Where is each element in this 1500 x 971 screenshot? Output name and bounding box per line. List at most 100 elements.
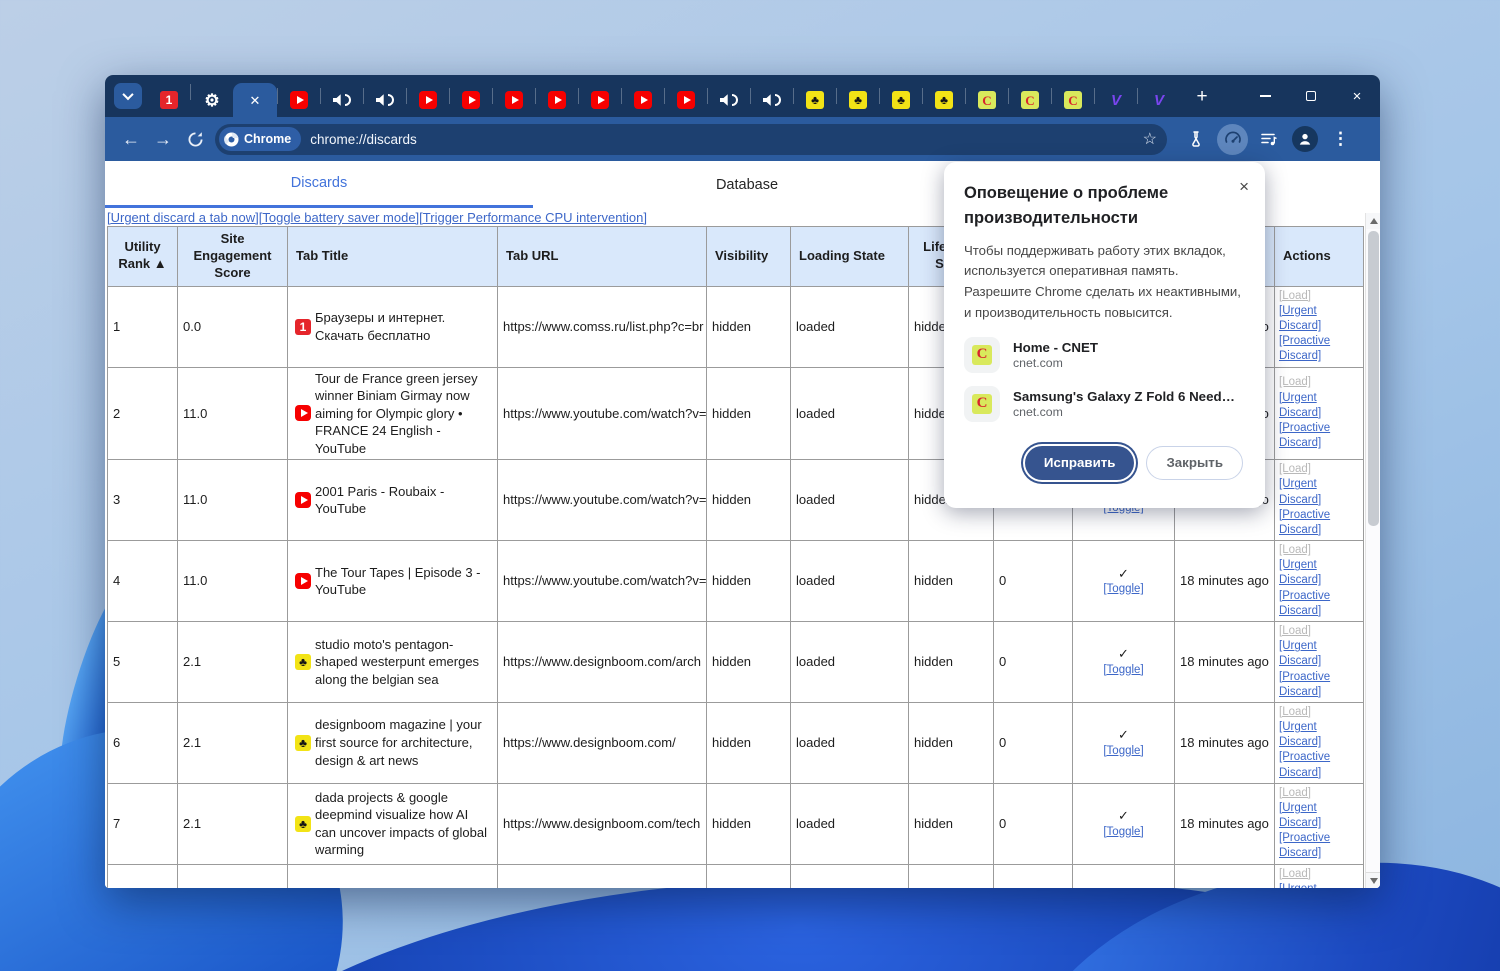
chevron-down-icon — [122, 88, 134, 101]
urgent-discard-action[interactable]: [Urgent Discard] — [1279, 639, 1359, 669]
maximize-button[interactable] — [1288, 75, 1334, 117]
tab-discards[interactable]: Discards — [105, 161, 533, 208]
page-scrollbar[interactable] — [1365, 213, 1380, 888]
proactive-discard-action[interactable]: [Proactive Discard] — [1279, 670, 1359, 700]
tab-youtube-3[interactable] — [407, 83, 449, 117]
cpu-intervention-link[interactable]: [Trigger Performance CPU intervention] — [419, 210, 647, 225]
profile-button[interactable] — [1289, 124, 1320, 155]
tab-title-cell: dada projects & google deepmind visualiz… — [287, 782, 498, 865]
triangle-down-icon — [1369, 877, 1378, 884]
tab-speaker-10[interactable] — [708, 83, 750, 117]
scrollbar-thumb[interactable] — [1368, 231, 1379, 526]
url-text[interactable]: chrome://discards — [310, 132, 417, 147]
tab-designboom-15[interactable] — [923, 83, 965, 117]
checkmark-icon: ✓ — [1118, 727, 1129, 743]
scroll-down-arrow[interactable] — [1366, 872, 1380, 888]
toggle-link[interactable]: [Toggle] — [1078, 582, 1169, 598]
close-button[interactable]: × — [1334, 75, 1380, 117]
tab-cnet-17[interactable] — [1009, 83, 1051, 117]
proactive-discard-action[interactable]: [Proactive Discard] — [1279, 334, 1359, 364]
person-icon — [1299, 133, 1310, 145]
urgent-discard-action[interactable]: [Urgent Discard] — [1279, 801, 1359, 831]
column-header-visibility[interactable]: Visibility — [706, 226, 791, 287]
address-bar[interactable]: Chrome chrome://discards ☆ — [215, 123, 1167, 155]
bookmark-star-icon[interactable]: ☆ — [1143, 129, 1157, 149]
tab-youtube-6[interactable] — [536, 83, 578, 117]
tab-cnet-16[interactable] — [966, 83, 1008, 117]
column-header-utility-rank[interactable]: Utility Rank ▲ — [107, 226, 178, 287]
tab-youtube-4[interactable] — [450, 83, 492, 117]
visibility-cell: hidden — [706, 459, 791, 542]
scroll-up-arrow[interactable] — [1366, 213, 1380, 229]
tab-youtube-5[interactable] — [493, 83, 535, 117]
proactive-discard-action[interactable]: [Proactive Discard] — [1279, 589, 1359, 619]
labs-button[interactable] — [1181, 124, 1212, 155]
forward-button[interactable]: → — [147, 123, 179, 155]
urgent-discard-action[interactable]: [Urgent Discard] — [1279, 882, 1359, 888]
column-header-site-engagement-score[interactable]: Site Engagement Score — [177, 226, 288, 287]
tab-speaker-1[interactable] — [321, 83, 363, 117]
tab-designboom-14[interactable] — [880, 83, 922, 117]
tab-designboom-13[interactable] — [837, 83, 879, 117]
discard-count-cell: 0 — [993, 620, 1073, 703]
tab-vlogo-19[interactable] — [1095, 83, 1137, 117]
tab-youtube-8[interactable] — [622, 83, 664, 117]
chip-label: Chrome — [244, 132, 292, 146]
urgent-discard-action[interactable]: [Urgent Discard] — [1279, 477, 1359, 507]
proactive-discard-action[interactable]: [Proactive Discard] — [1279, 421, 1359, 451]
tab-youtube-0[interactable] — [278, 83, 320, 117]
tab-title-cell: Two Formula 1 Cars, 20 Years Apart! - Yo… — [287, 863, 498, 888]
tab-cnet-18[interactable] — [1052, 83, 1094, 117]
battery-saver-link[interactable]: [Toggle battery saver mode] — [259, 210, 419, 225]
media-controls-button[interactable] — [1253, 124, 1284, 155]
tab-discards-active[interactable]: ✕ — [233, 83, 277, 117]
engagement-score-cell: 2.1 — [177, 620, 288, 703]
tab-close-icon[interactable]: ✕ — [250, 94, 261, 107]
tab-designboom-12[interactable] — [794, 83, 836, 117]
tab-speaker-11[interactable] — [751, 83, 793, 117]
tab-youtube-9[interactable] — [665, 83, 707, 117]
back-button[interactable]: ← — [115, 123, 147, 155]
tab-settings[interactable] — [191, 83, 233, 117]
popup-item-domain: cnet.com — [1013, 355, 1063, 370]
toggle-link[interactable]: [Toggle] — [1078, 663, 1169, 679]
proactive-discard-action[interactable]: [Proactive Discard] — [1279, 750, 1359, 780]
minimize-button[interactable] — [1242, 75, 1288, 117]
toggle-link[interactable]: [Toggle] — [1078, 825, 1169, 841]
tab-url-cell: https://www.youtube.com/watch?v= — [497, 366, 707, 461]
discard-count-cell: 0 — [993, 782, 1073, 865]
proactive-discard-action[interactable]: [Proactive Discard] — [1279, 831, 1359, 861]
discard-count-cell: 0 — [993, 863, 1073, 888]
checkmark-icon: ✓ — [1118, 808, 1129, 824]
tab-search-button[interactable] — [114, 83, 142, 109]
performance-hub-button[interactable] — [1217, 123, 1248, 155]
urgent-discard-link[interactable]: [Urgent discard a tab now] — [107, 210, 259, 225]
reload-button[interactable] — [179, 123, 211, 155]
urgent-discard-action[interactable]: [Urgent Discard] — [1279, 558, 1359, 588]
fix-button[interactable]: Исправить — [1024, 445, 1135, 480]
tab-database[interactable]: Database — [533, 161, 961, 208]
new-tab-button[interactable]: + — [1188, 83, 1216, 111]
popup-close-button[interactable]: × — [1239, 178, 1249, 195]
popup-item-title: Home - CNET — [1013, 339, 1098, 355]
checkmark-icon: ✓ — [1118, 565, 1129, 581]
tab-speaker-2[interactable] — [364, 83, 406, 117]
tab-youtube-7[interactable] — [579, 83, 621, 117]
column-header-tab-title[interactable]: Tab Title — [287, 226, 498, 287]
tab-vlogo-20[interactable] — [1138, 83, 1180, 117]
urgent-discard-action[interactable]: [Urgent Discard] — [1279, 720, 1359, 750]
popup-item-domain: cnet.com — [1013, 404, 1063, 419]
chrome-chip[interactable]: Chrome — [219, 127, 302, 151]
toggle-link[interactable]: [Toggle] — [1078, 744, 1169, 760]
utility-rank-cell: 8 — [107, 863, 178, 888]
tab-comss[interactable] — [148, 83, 190, 117]
tab-favicons — [277, 83, 1180, 117]
proactive-discard-action[interactable]: [Proactive Discard] — [1279, 508, 1359, 538]
menu-button[interactable]: ⋮ — [1325, 124, 1356, 155]
urgent-discard-action[interactable]: [Urgent Discard] — [1279, 304, 1359, 334]
column-header-tab-url[interactable]: Tab URL — [497, 226, 707, 287]
column-header-loading-state[interactable]: Loading State — [790, 226, 909, 287]
column-header-actions[interactable]: Actions — [1274, 226, 1364, 287]
dismiss-button[interactable]: Закрыть — [1146, 445, 1243, 480]
urgent-discard-action[interactable]: [Urgent Discard] — [1279, 391, 1359, 421]
